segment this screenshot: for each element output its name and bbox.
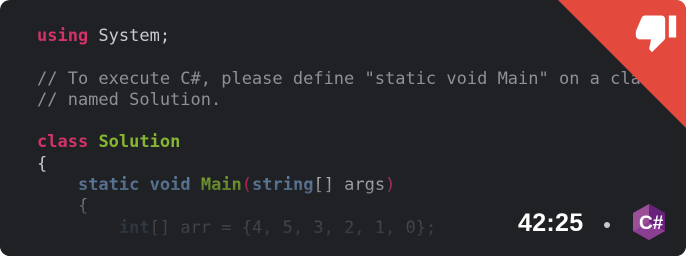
- code-token: (: [241, 175, 253, 196]
- code-token: [] arr = {4, 5, 3, 2, 1, 0};: [149, 217, 437, 238]
- code-token: {: [37, 196, 89, 217]
- code-token: // named Solution.: [37, 89, 222, 110]
- code-token: {: [37, 153, 48, 174]
- csharp-logo-icon: C#: [633, 204, 665, 240]
- code-line: static void Main(string[] args): [37, 175, 661, 196]
- code-token: ): [385, 175, 396, 196]
- code-token: Solution: [98, 132, 181, 153]
- code-token: Main: [200, 175, 242, 196]
- thumbs-down-icon: [635, 15, 677, 53]
- code-token: void: [149, 175, 191, 196]
- code-line: {: [37, 154, 661, 175]
- code-token: class: [37, 132, 89, 153]
- code-line: class Solution: [37, 132, 661, 153]
- code-token: System;: [88, 26, 171, 46]
- code-token: static: [77, 175, 140, 196]
- video-thumbnail-card[interactable]: using System;// To execute C#, please de…: [0, 0, 686, 256]
- code-token: [] args: [313, 175, 386, 196]
- video-duration: 42:25: [518, 209, 584, 237]
- code-token: using: [37, 26, 89, 46]
- svg-text:C#: C#: [639, 213, 664, 234]
- code-token: string: [252, 175, 314, 196]
- separator-dot: [604, 222, 610, 228]
- code-token: int: [118, 217, 150, 238]
